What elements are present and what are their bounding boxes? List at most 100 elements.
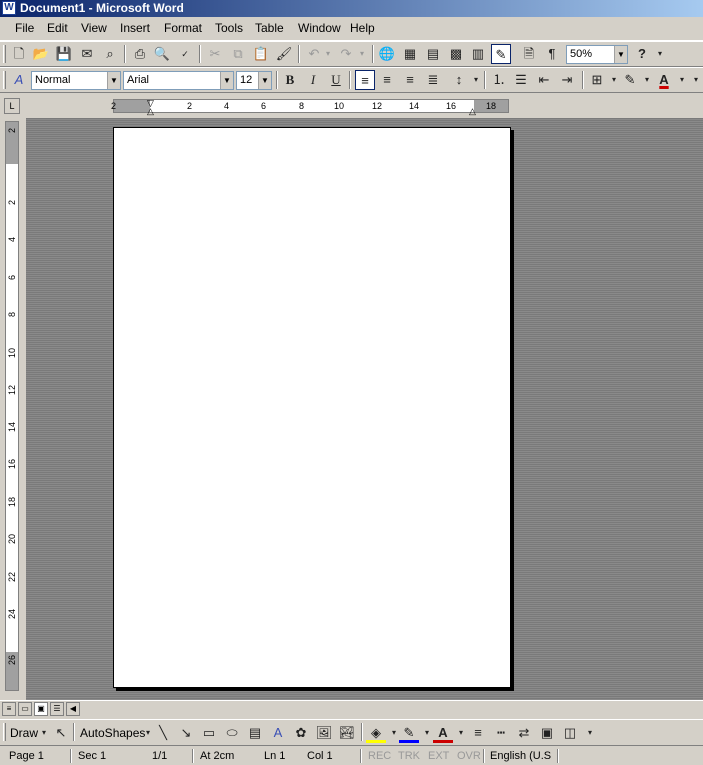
chevron-down-icon[interactable]: ▼ xyxy=(107,72,120,89)
italic-button[interactable]: I xyxy=(303,70,323,90)
chevron-down-icon[interactable]: ▼ xyxy=(614,46,627,63)
search-icon[interactable]: ⌕ xyxy=(100,44,120,64)
format-painter-icon[interactable]: 🖌 xyxy=(274,44,294,64)
menu-help[interactable]: Help xyxy=(350,21,375,35)
ruler-label: 4 xyxy=(7,237,17,243)
align-center-icon[interactable]: ≡ xyxy=(377,70,397,90)
menu-format[interactable]: Format xyxy=(164,21,202,35)
status-ovr[interactable]: OVR xyxy=(457,750,481,762)
font-select[interactable]: Arial ▼ xyxy=(123,71,234,90)
line-icon[interactable]: ╲ xyxy=(153,723,173,743)
document-page[interactable] xyxy=(113,127,511,688)
zoom-select[interactable]: 50% ▼ xyxy=(566,45,628,64)
word-icon[interactable]: W xyxy=(2,1,16,15)
help-icon[interactable]: ? xyxy=(632,44,652,64)
arrow-icon[interactable]: ↘ xyxy=(176,723,196,743)
drawing-icon[interactable]: ✎ xyxy=(491,44,511,64)
menu-edit[interactable]: Edit xyxy=(47,21,68,35)
status-ext[interactable]: EXT xyxy=(428,750,449,762)
normal-view-icon[interactable]: ≡ xyxy=(2,702,16,716)
line-color-icon[interactable]: ✎ xyxy=(399,723,419,743)
3d-icon[interactable]: ◫ xyxy=(560,723,580,743)
autoshapes-menu-button[interactable]: AutoShapes xyxy=(80,726,145,740)
chevron-down-icon[interactable]: ▾ xyxy=(318,44,338,64)
menu-tools[interactable]: Tools xyxy=(215,21,243,35)
spelling-icon[interactable]: ✓ xyxy=(175,44,195,64)
copy-icon[interactable]: ⧉ xyxy=(228,44,248,64)
web-layout-icon[interactable]: ▭ xyxy=(18,702,32,716)
hyperlink-icon[interactable]: 🌐 xyxy=(377,44,397,64)
dash-style-icon[interactable]: ┅ xyxy=(491,723,511,743)
rectangle-icon[interactable]: ▭ xyxy=(199,723,219,743)
separator xyxy=(276,71,278,89)
bulleted-list-icon[interactable]: ☰ xyxy=(511,70,531,90)
pilcrow-icon[interactable]: ¶ xyxy=(542,44,562,64)
increase-indent-icon[interactable]: ⇥ xyxy=(557,70,577,90)
chevron-down-icon[interactable]: ▼ xyxy=(220,72,233,89)
diagram-icon[interactable]: ✿ xyxy=(291,723,311,743)
insert-excel-icon[interactable]: ▩ xyxy=(446,44,466,64)
justify-icon[interactable]: ≣ xyxy=(423,70,443,90)
horizontal-ruler[interactable]: 2 2 4 6 8 10 12 14 16 18 ▽ △ △ xyxy=(111,98,509,116)
ruler-label: 20 xyxy=(7,534,17,545)
status-rec[interactable]: REC xyxy=(368,750,391,762)
line-style-icon[interactable]: ≡ xyxy=(468,723,488,743)
open-folder-icon[interactable]: 📂 xyxy=(31,44,51,64)
font-color-icon[interactable]: A xyxy=(654,70,674,90)
fill-color-icon[interactable]: ◈ xyxy=(366,723,386,743)
outline-view-icon[interactable]: ☰ xyxy=(50,702,64,716)
insert-picture-icon[interactable]: 🏞 xyxy=(337,723,357,743)
document-map-icon[interactable]: 🗎 xyxy=(519,44,539,64)
columns-icon[interactable]: ▥ xyxy=(468,44,488,64)
save-icon[interactable]: 💾 xyxy=(54,44,74,64)
font-color-draw-icon[interactable]: A xyxy=(433,723,453,743)
new-document-icon[interactable]: 🗋 xyxy=(9,44,29,64)
left-indent-marker[interactable]: △ xyxy=(147,106,154,117)
arrow-style-icon[interactable]: ⇄ xyxy=(514,723,534,743)
chevron-down-icon[interactable]: ▼ xyxy=(258,72,271,89)
scroll-left-icon[interactable]: ◀ xyxy=(66,702,80,716)
toolbar-grip[interactable] xyxy=(3,45,6,63)
menu-window[interactable]: Window xyxy=(298,21,341,35)
email-icon[interactable]: ✉ xyxy=(77,44,97,64)
wordart-icon[interactable]: A xyxy=(268,723,288,743)
shadow-icon[interactable]: ▣ xyxy=(537,723,557,743)
chevron-down-icon[interactable]: ▾ xyxy=(352,44,372,64)
menu-file[interactable]: File xyxy=(15,21,34,35)
decrease-indent-icon[interactable]: ⇤ xyxy=(534,70,554,90)
vertical-ruler[interactable]: 2 2 4 6 8 10 12 14 16 18 20 22 24 26 xyxy=(5,121,19,691)
select-pointer-icon[interactable]: ↖ xyxy=(51,723,71,743)
ruler-label: 8 xyxy=(299,101,305,111)
numbered-list-icon[interactable]: ⒈ xyxy=(489,70,509,90)
style-select[interactable]: Normal ▼ xyxy=(31,71,121,90)
oval-icon[interactable]: ⬭ xyxy=(222,723,242,743)
styles-icon[interactable]: A xyxy=(9,70,29,90)
toolbar-options-icon[interactable]: ▾ xyxy=(686,70,703,90)
toolbar-grip[interactable] xyxy=(3,71,6,89)
chevron-down-icon[interactable]: ▾ xyxy=(466,70,486,90)
menu-insert[interactable]: Insert xyxy=(120,21,150,35)
text-box-icon[interactable]: ▤ xyxy=(245,723,265,743)
bold-button[interactable]: B xyxy=(280,70,300,90)
align-left-icon[interactable]: ≡ xyxy=(355,70,375,90)
menu-table[interactable]: Table xyxy=(255,21,284,35)
clip-art-icon[interactable]: 🖼 xyxy=(314,723,334,743)
insert-table-icon[interactable]: ▤ xyxy=(423,44,443,64)
toolbar-options-icon[interactable]: ▾ xyxy=(580,723,600,743)
print-layout-icon[interactable]: ▣ xyxy=(34,702,48,716)
print-preview-icon[interactable]: 🔍 xyxy=(152,44,172,64)
print-icon[interactable]: ⎙ xyxy=(130,44,150,64)
status-column: Col 1 xyxy=(307,750,333,762)
chevron-down-icon[interactable]: ▾ xyxy=(650,44,670,64)
tables-borders-icon[interactable]: ▦ xyxy=(400,44,420,64)
status-trk[interactable]: TRK xyxy=(398,750,420,762)
tab-selector[interactable]: L xyxy=(4,98,20,114)
align-right-icon[interactable]: ≡ xyxy=(400,70,420,90)
size-select[interactable]: 12 ▼ xyxy=(236,71,272,90)
toolbar-grip[interactable] xyxy=(3,723,6,741)
menu-view[interactable]: View xyxy=(81,21,107,35)
underline-button[interactable]: U xyxy=(326,70,346,90)
cut-icon[interactable]: ✂ xyxy=(205,44,225,64)
right-indent-marker[interactable]: △ xyxy=(469,106,476,117)
paste-icon[interactable]: 📋 xyxy=(251,44,271,64)
